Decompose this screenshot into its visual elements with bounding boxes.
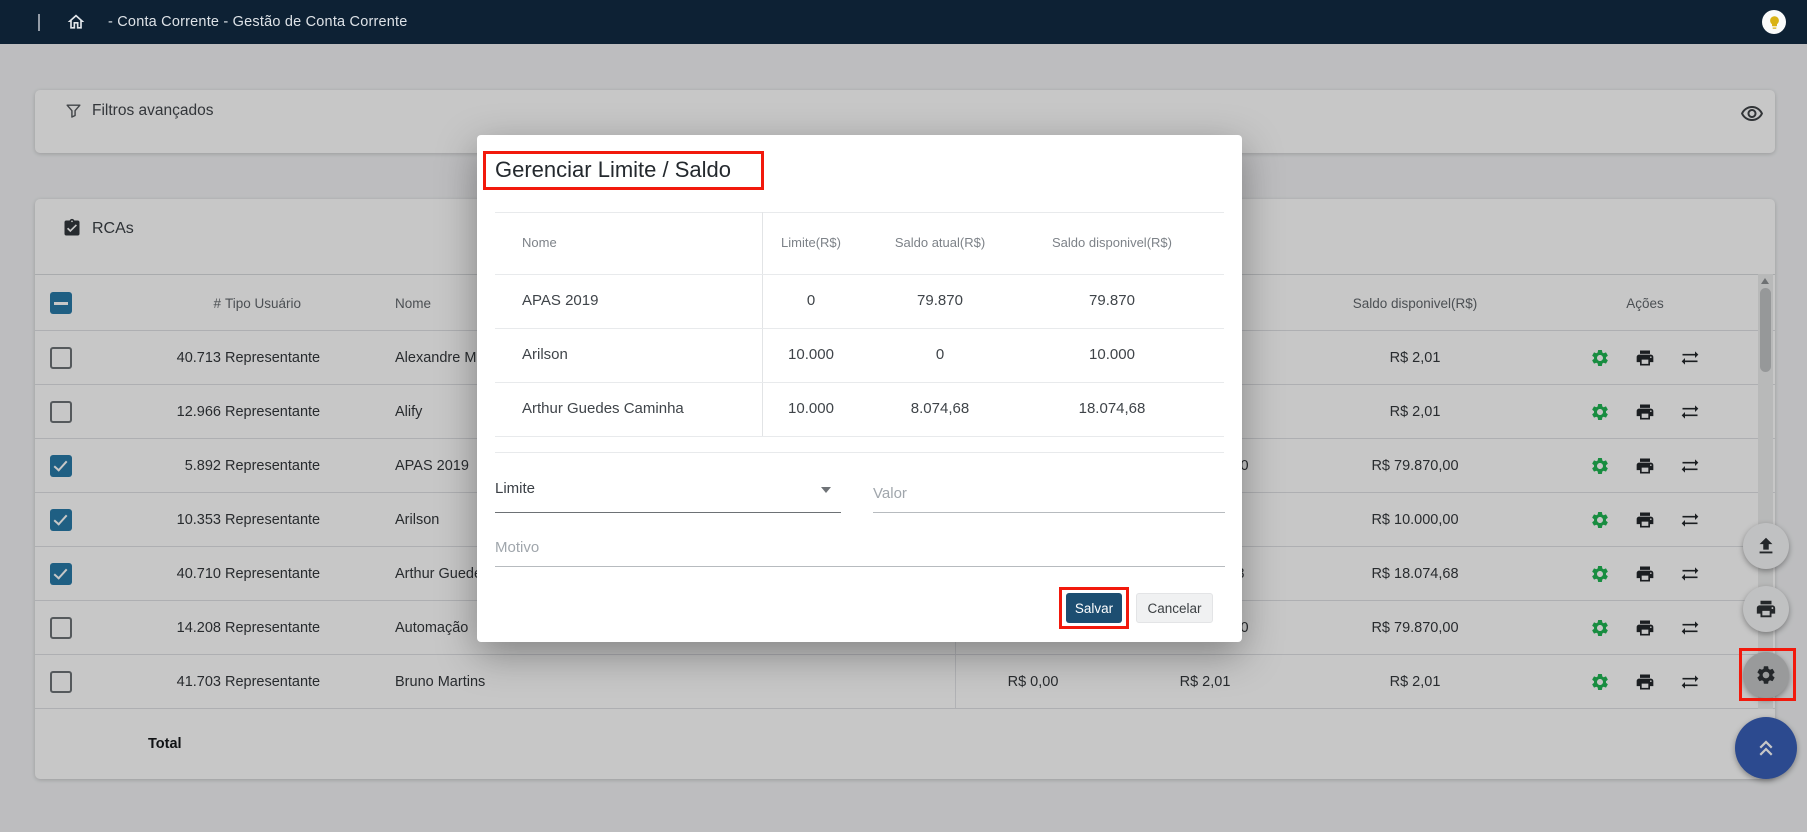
modal-row-name: APAS 2019: [522, 274, 598, 328]
modal-row-limit: 10.000: [761, 382, 861, 436]
modal-row-current-balance: 8.074,68: [875, 382, 1005, 436]
modal-table-row: Arilson 10.000 0 10.000: [477, 328, 1242, 382]
value-input[interactable]: [873, 475, 1225, 513]
page-title: - Conta Corrente - Gestão de Conta Corre…: [108, 14, 408, 30]
modal-row-available-balance: 18.074,68: [1037, 382, 1187, 436]
modal-col-current-balance: Saldo atual(R$): [875, 212, 1005, 274]
reason-input[interactable]: [495, 529, 1225, 567]
modal-table-row: Arthur Guedes Caminha 10.000 8.074,68 18…: [477, 382, 1242, 436]
divider: [495, 512, 841, 513]
annotation-box-modal-title: [483, 151, 764, 190]
modal-row-limit: 0: [761, 274, 861, 328]
chevron-down-icon[interactable]: [821, 487, 831, 493]
limit-type-select[interactable]: Limite: [495, 480, 841, 512]
screen: - Conta Corrente - Gestão de Conta Corre…: [0, 0, 1807, 832]
modal-col-available-balance: Saldo disponivel(R$): [1037, 212, 1187, 274]
home-icon[interactable]: [66, 12, 86, 32]
modal-row-available-balance: 79.870: [1037, 274, 1187, 328]
modal-row-name: Arilson: [522, 328, 568, 382]
modal-row-limit: 10.000: [761, 328, 861, 382]
manage-limit-dialog: Gerenciar Limite / Saldo Nome Limite(R$)…: [477, 135, 1242, 642]
modal-col-name: Nome: [522, 212, 557, 274]
modal-table-row: APAS 2019 0 79.870 79.870: [477, 274, 1242, 328]
modal-row-available-balance: 10.000: [1037, 328, 1187, 382]
lightbulb-icon: [1767, 15, 1782, 30]
cancel-button[interactable]: Cancelar: [1136, 593, 1213, 623]
modal-row-current-balance: 79.870: [875, 274, 1005, 328]
modal-row-name: Arthur Guedes Caminha: [522, 382, 684, 436]
topbar-separator: [38, 14, 40, 31]
divider: [495, 452, 1224, 453]
lightbulb-badge[interactable]: [1762, 10, 1786, 34]
annotation-box-save-button: [1059, 587, 1129, 629]
topbar: - Conta Corrente - Gestão de Conta Corre…: [0, 0, 1807, 44]
divider: [495, 436, 1224, 437]
annotation-box-settings-fab: [1739, 648, 1796, 701]
modal-col-limit: Limite(R$): [761, 212, 861, 274]
modal-row-current-balance: 0: [875, 328, 1005, 382]
